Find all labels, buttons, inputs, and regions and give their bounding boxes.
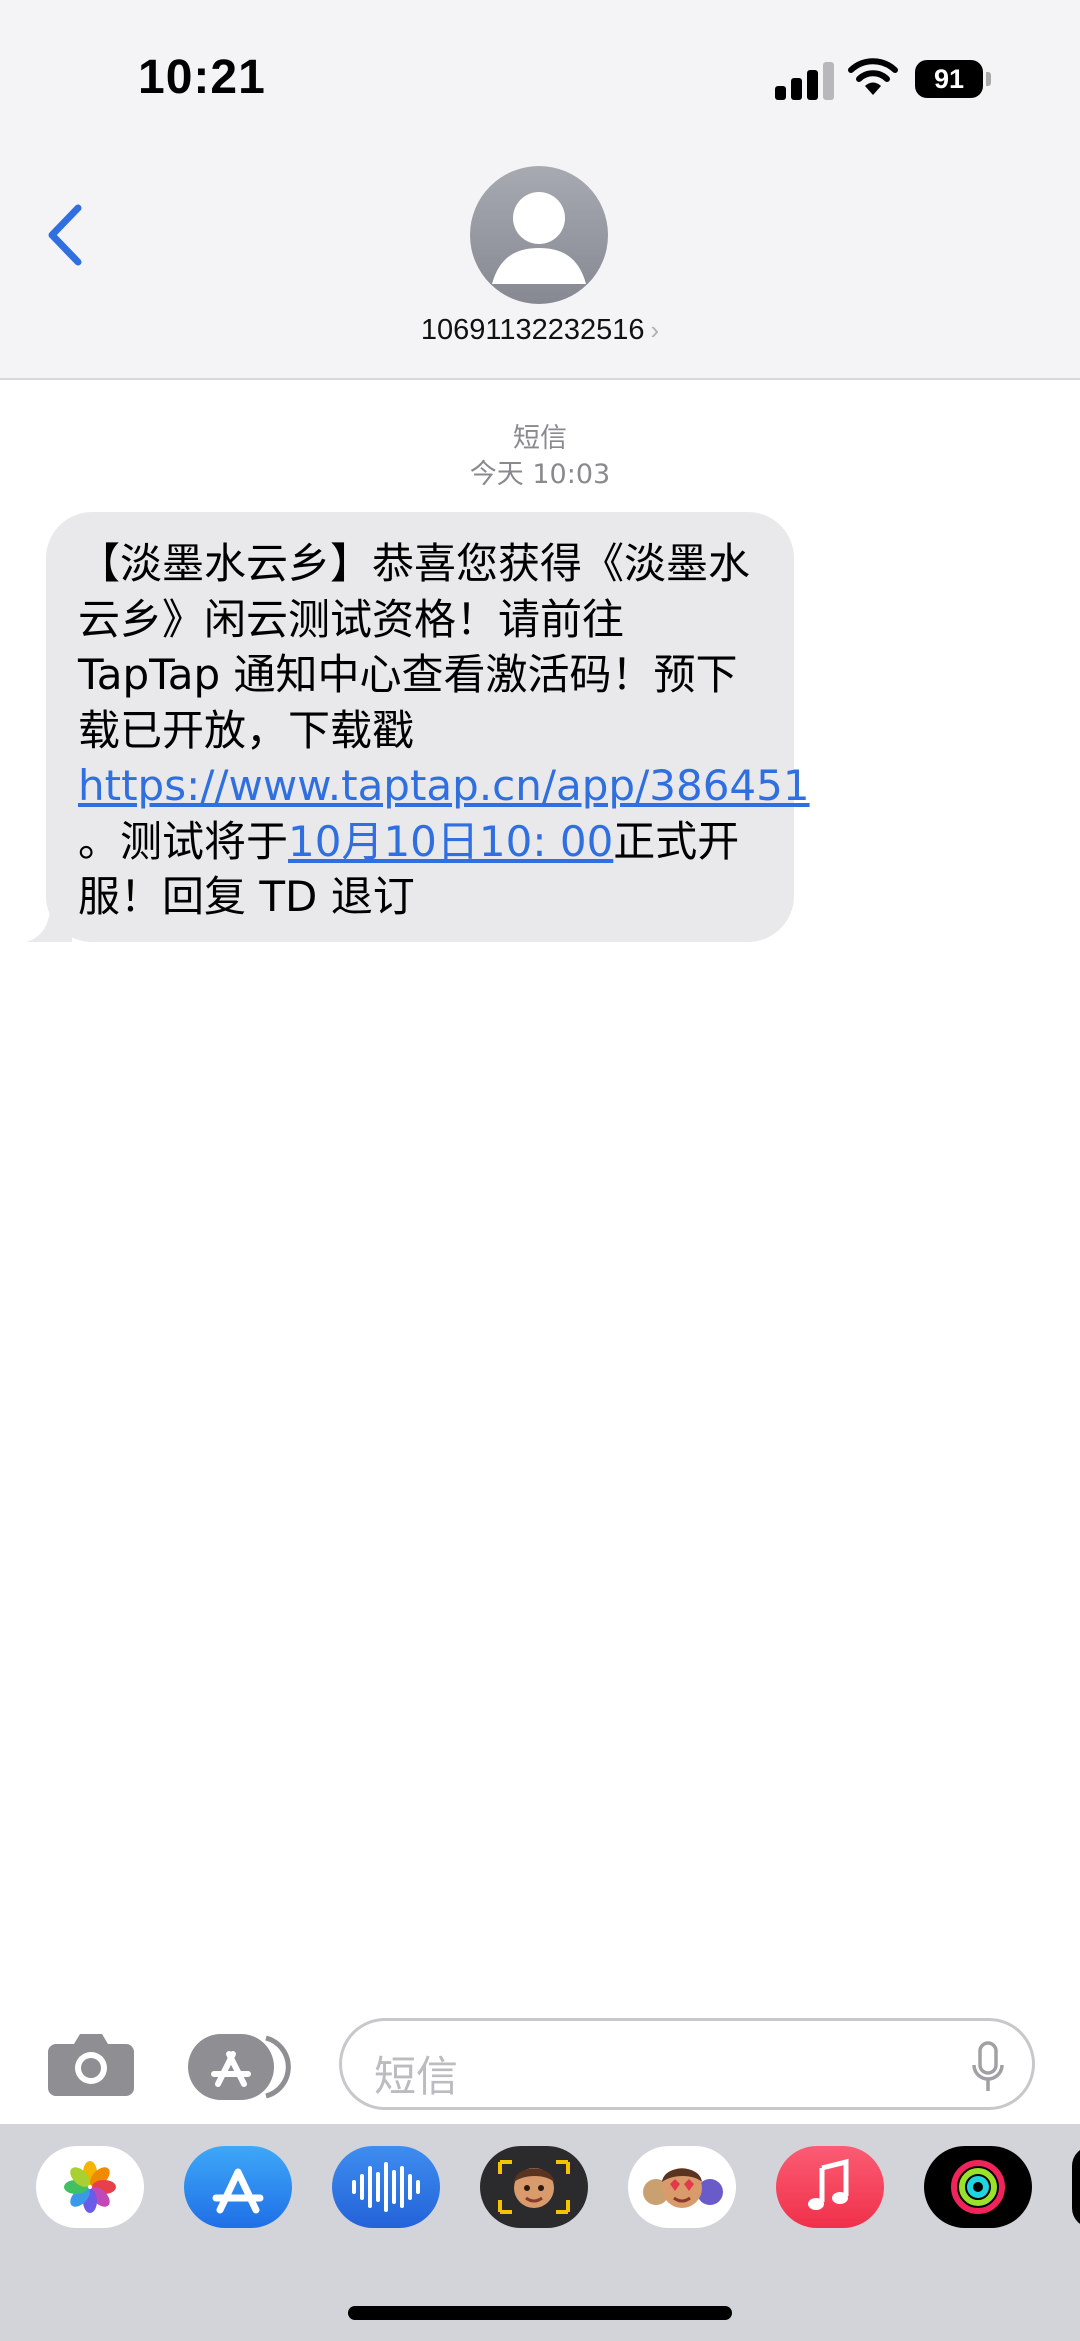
top-bar: 10:21 91 10691132232516 › — [0, 0, 1080, 380]
microphone-icon[interactable] — [972, 2041, 1004, 2093]
audio-message-icon[interactable] — [332, 2146, 440, 2228]
chevron-right-icon: › — [650, 315, 660, 345]
home-indicator[interactable] — [348, 2306, 732, 2320]
music-note-icon — [808, 2158, 849, 2210]
activity-icon[interactable] — [924, 2146, 1032, 2228]
message-text-1: 【淡墨水云乡】恭喜您获得《淡墨水云乡》闲云测试资格！请前往 TapTap 通知中… — [78, 539, 751, 755]
music-icon[interactable] — [776, 2146, 884, 2228]
message-link-date[interactable]: 10月10日10: 00 — [288, 817, 613, 866]
message-text-2: 。测试将于 — [78, 816, 289, 866]
camera-icon[interactable] — [48, 2030, 134, 2096]
message-timestamp: 今天 10:03 — [469, 459, 611, 490]
message-link-url[interactable]: https://www.taptap.cn/app/386451 — [78, 761, 810, 810]
status-time: 10:21 — [138, 51, 266, 104]
contact-name-button[interactable]: 10691132232516 › — [0, 314, 1080, 347]
memoji-sticker-faces-icon — [643, 2168, 723, 2208]
photos-icon[interactable] — [36, 2146, 144, 2228]
back-chevron-icon[interactable] — [38, 200, 98, 270]
message-input[interactable]: 短信 — [339, 2018, 1035, 2110]
message-input-placeholder: 短信 — [374, 2052, 459, 2101]
contact-number: 10691132232516 — [420, 314, 645, 346]
cellular-signal-icon — [775, 60, 837, 100]
memoji-face-icon — [498, 2160, 570, 2214]
bubble-tail — [26, 910, 72, 942]
apps-button-icon[interactable] — [188, 2034, 293, 2100]
wifi-icon — [848, 58, 898, 95]
activity-rings-icon — [951, 2160, 1005, 2214]
contact-avatar[interactable] — [470, 166, 608, 304]
waveform-icon — [352, 2162, 420, 2212]
message-bubble[interactable]: 【淡墨水云乡】恭喜您获得《淡墨水云乡》闲云测试资格！请前往 TapTap 通知中… — [26, 512, 810, 942]
more-apps-edge-icon[interactable] — [1072, 2146, 1080, 2228]
app-store-icon[interactable] — [184, 2146, 292, 2228]
memoji-camera-icon[interactable] — [480, 2146, 588, 2228]
photos-flower-icon — [64, 2161, 116, 2213]
memoji-stickers-icon[interactable] — [628, 2146, 736, 2228]
battery-tip — [986, 72, 991, 86]
person-icon — [492, 192, 586, 284]
message-service-label: 短信 — [513, 423, 567, 454]
battery-indicator: 91 — [915, 60, 983, 98]
app-store-glyph-icon — [212, 2168, 264, 2214]
